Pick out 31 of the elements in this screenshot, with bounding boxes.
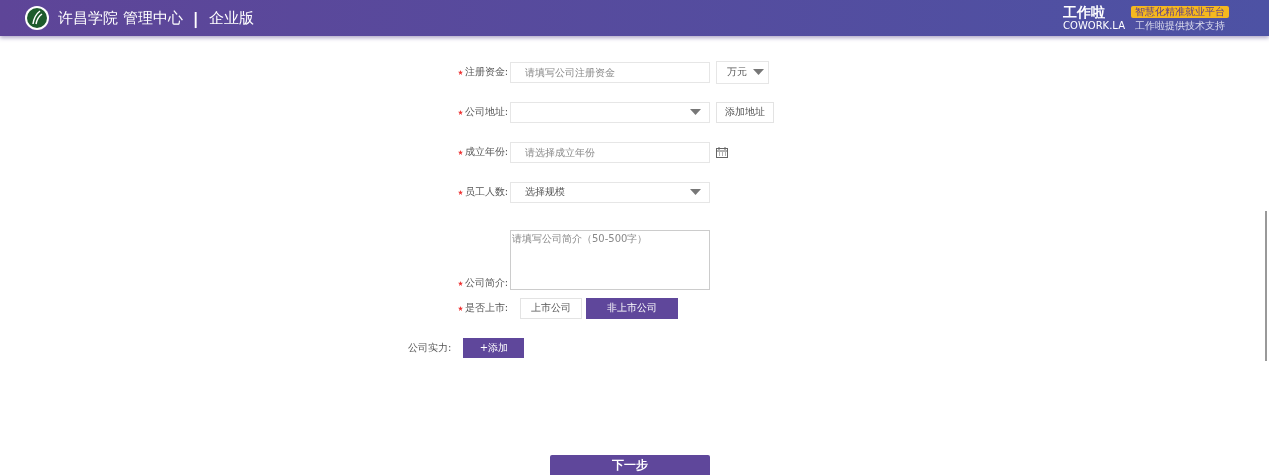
header-separator: | <box>192 8 199 28</box>
add-address-button[interactable]: 添加地址 <box>716 101 774 123</box>
school-logo-icon <box>24 5 50 31</box>
dropdown-caret-icon <box>753 69 764 75</box>
input-field[interactable]: 请填写公司注册资金 <box>510 61 710 83</box>
address-select[interactable] <box>510 101 710 123</box>
field-label: 成立年份: <box>464 145 508 159</box>
unit-select[interactable]: 万元 <box>716 60 769 84</box>
brand-logo: 工作啦 <box>1063 4 1107 20</box>
field-label: 员工人数: <box>464 185 508 199</box>
dropdown-caret-icon <box>690 189 701 195</box>
field-label: 公司地址: <box>464 105 508 119</box>
listing-option[interactable]: 上市公司 <box>520 297 582 319</box>
brand-domain: COWORK.LA <box>1063 19 1125 32</box>
calendar-icon[interactable] <box>716 146 728 158</box>
scrollbar[interactable] <box>1265 211 1267 361</box>
header-title: 许昌学院 管理中心 <box>58 8 183 28</box>
dropdown-caret-icon <box>690 109 701 115</box>
support-text: 工作啦提供技术支持 <box>1134 19 1226 32</box>
add-button[interactable]: +添加 <box>463 338 525 358</box>
field-label: 是否上市: <box>464 301 508 315</box>
edition-label: 企业版 <box>208 8 254 28</box>
field-label: 公司实力: <box>408 341 452 355</box>
field-label: 公司简介: <box>464 276 508 290</box>
intro-textarea[interactable]: 请填写公司简介（50-500字） <box>510 230 710 290</box>
size-select[interactable]: 选择规模 <box>510 181 710 203</box>
date-field[interactable]: 请选择成立年份 <box>510 141 710 163</box>
field-label: 注册资金: <box>464 65 508 79</box>
listing-option[interactable]: 非上市公司 <box>586 297 678 319</box>
next-step-button[interactable]: 下一步 <box>550 455 710 475</box>
slogan-badge: 智慧化精准就业平台 <box>1131 6 1229 18</box>
